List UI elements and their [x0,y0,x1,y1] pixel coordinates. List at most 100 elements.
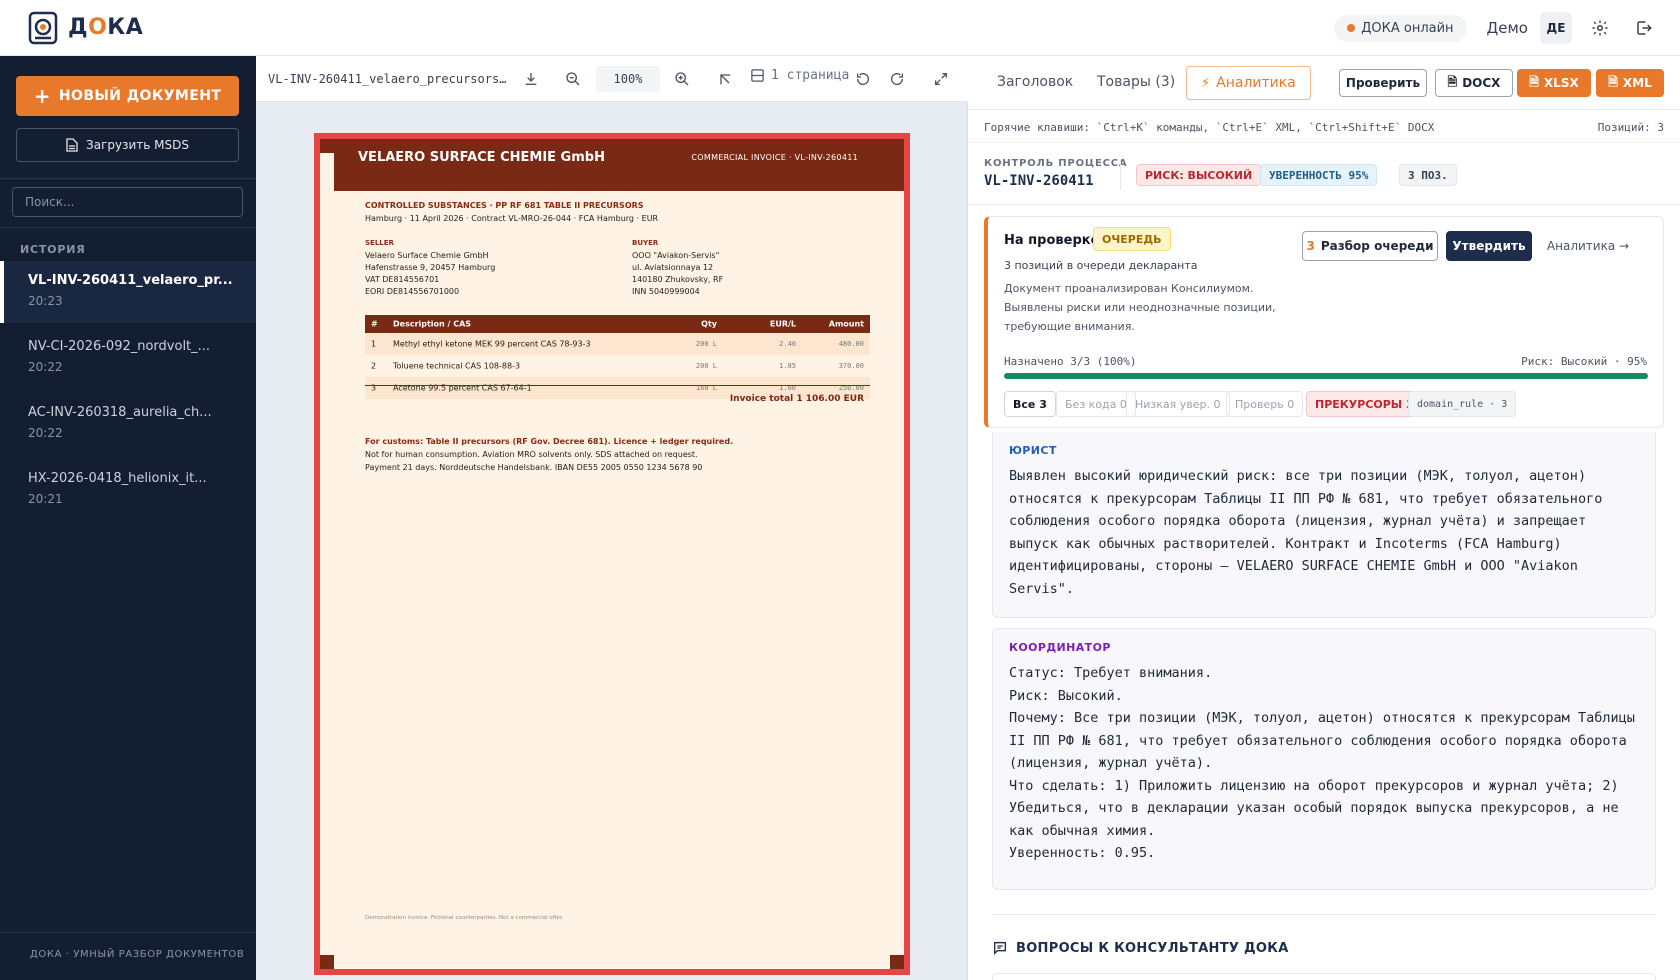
rotate-right-button[interactable] [886,68,908,90]
download-button[interactable] [520,68,542,90]
xml-button[interactable]: 🗎 XML [1596,69,1664,97]
page-count[interactable]: 1 страница [750,68,849,83]
history-item[interactable]: HX-2026-0418_helionix_it... 20:21 [0,459,256,521]
queue-review-label: Разбор очереди [1320,239,1434,253]
file-icon: 🗎 [1447,74,1458,89]
zoom-out-button[interactable] [562,68,584,90]
history-item[interactable]: VL-INV-260411_velaero_pr... 20:23 [0,261,256,323]
row-desc: Methyl ethyl ketone MEK 99 percent CAS 7… [393,339,591,349]
filter-chip-no-code[interactable]: Без кода 0 [1056,391,1136,417]
lawyer-role: ЮРИСТ [1009,444,1057,457]
seller-line: EORI DE814556701000 [365,287,460,296]
history-item-name: AC-INV-260318_aurelia_ch... [28,405,212,420]
positions-count: Позиций: 3 [1597,121,1664,134]
tab-header[interactable]: Заголовок [997,74,1073,90]
page-footer: Demonstration invoice. Fictional counter… [365,915,564,921]
upload-msds-button[interactable]: Загрузить MSDS [16,128,239,162]
buyer-line: INN 5040999004 [632,287,700,296]
chat-icon [994,942,1006,955]
hotkeys-hint: Горячие клавиши: `Ctrl+K` команды, `Ctrl… [984,121,1435,134]
approve-button[interactable]: Утвердить [1446,231,1532,261]
zoom-level[interactable]: 100% [596,66,660,92]
history-heading: ИСТОРИЯ [20,243,86,256]
gear-icon [1592,20,1608,36]
divider [992,914,1656,915]
filter-chip-all[interactable]: Все 3 [1004,391,1056,417]
document-viewer: VL-INV-260411_velaero_precursors... 100%… [256,56,968,980]
analytics-link[interactable]: Аналитика → [1540,231,1636,261]
invoice-row: 1 Methyl ethyl ketone MEK 99 percent CAS… [365,333,870,355]
divider [1120,160,1121,190]
invoice-row: 2 Toluene technical CAS 108-88-3 200 L 1… [365,355,870,377]
divider [968,204,1680,205]
zoom-out-icon [566,72,580,86]
rotate-left-icon [856,73,869,85]
divider [0,932,256,933]
row-num: 2 [371,361,377,371]
filter-chip-check[interactable]: Проверь 0 [1226,391,1304,417]
seller-line: Velaero Surface Chemie GmbH [365,251,489,260]
logo[interactable]: ДОКА [26,10,143,46]
upload-msds-label: Загрузить MSDS [86,138,189,152]
col-price: EUR/L [769,319,796,329]
docx-button[interactable]: 🗎 DOCX [1435,69,1513,97]
filter-chip-low-confidence[interactable]: Низкая увер. 0 [1126,391,1230,417]
settings-button[interactable] [1584,12,1616,44]
progress-risk: Риск: Высокий · 95% [1521,355,1647,368]
queue-count: 3 [1306,239,1315,253]
process-control-id: VL-INV-260411 [984,173,1094,189]
review-subtitle: 3 позиций в очереди декларанта [1004,259,1198,272]
history-item-time: 20:21 [28,492,63,506]
risk-badge: РИСК: ВЫСОКИЙ [1136,164,1262,186]
row-desc: Toluene technical CAS 108-88-3 [393,361,521,371]
document-icon [66,138,78,152]
file-icon: 🗎 [1608,74,1618,89]
invoice-total: Invoice total 1 106.00 EUR [365,385,870,409]
sidebar-footer: ДОКА · УМНЫЙ РАЗБОР ДОКУМЕНТОВ [30,949,245,960]
tab-analytics[interactable]: ⚡ Аналитика [1186,66,1311,100]
new-document-button[interactable]: + НОВЫЙ ДОКУМЕНТ [16,76,239,116]
filter-chip-precursors[interactable]: ПРЕКУРСОРЫ 3 [1306,391,1423,417]
usage-note: Not for human consumption. Aviation MRO … [365,450,698,459]
docx-label: DOCX [1462,76,1501,90]
divider [0,178,256,179]
document-page-frame: VELAERO SURFACE CHEMIE GmbH COMMERCIAL I… [314,133,910,975]
queue-review-button[interactable]: 3 Разбор очереди [1302,231,1438,261]
demo-user[interactable]: Демо [1487,19,1528,37]
history-item-time: 20:22 [28,426,63,440]
xlsx-button[interactable]: 🗎 XLSX [1517,69,1591,97]
select-tool-button[interactable] [714,68,736,90]
language-switch[interactable]: ДЕ [1540,12,1572,44]
check-button[interactable]: Проверить [1339,69,1427,97]
history-item-time: 20:22 [28,360,63,374]
filter-chip-domain-rule[interactable]: domain_rule · 3 [1408,391,1517,417]
history-item[interactable]: NV-CI-2026-092_nordvolt_... 20:22 [0,327,256,389]
document-page[interactable]: VELAERO SURFACE CHEMIE GmbH COMMERCIAL I… [320,139,904,969]
history-item[interactable]: AC-INV-260318_aurelia_ch... 20:22 [0,393,256,455]
invoice-company: VELAERO SURFACE CHEMIE GmbH [358,150,605,165]
logo-text-post: КА [107,15,144,40]
invoice-number: COMMERCIAL INVOICE · VL-INV-260411 [691,153,858,162]
payment-note: Payment 21 days. Norddeutsche Handelsban… [365,463,703,472]
progress-bar [1004,373,1648,379]
rotate-left-button[interactable] [852,68,874,90]
zoom-in-button[interactable] [671,68,693,90]
fullscreen-button[interactable] [930,68,952,90]
xlsx-label: XLSX [1543,76,1579,90]
invoice-meta: Hamburg · 11 April 2026 · Contract VL-MR… [365,214,659,223]
sidebar: + НОВЫЙ ДОКУМЕНТ Загрузить MSDS ИСТОРИЯ … [0,56,256,980]
col-desc: Description / CAS [393,319,472,329]
tab-analytics-label: Аналитика [1216,75,1296,91]
consultant-box[interactable] [992,973,1656,980]
row-amount: 480.00 [838,340,864,348]
logout-button[interactable] [1628,12,1660,44]
search-input[interactable] [12,187,243,217]
coordinator-message: КООРДИНАТОР Статус: Требует внимания. Ри… [992,628,1656,890]
tab-goods[interactable]: Товары (3) [1097,74,1175,90]
row-price: 2.40 [779,340,796,348]
page-count-label: 1 страница [771,68,850,83]
review-card: На проверке ОЧЕРЕДЬ 3 позиций в очереди … [984,216,1664,428]
zoom-in-icon [675,72,689,86]
history-item-name: NV-CI-2026-092_nordvolt_... [28,339,211,354]
lightning-icon: ⚡ [1201,75,1211,91]
